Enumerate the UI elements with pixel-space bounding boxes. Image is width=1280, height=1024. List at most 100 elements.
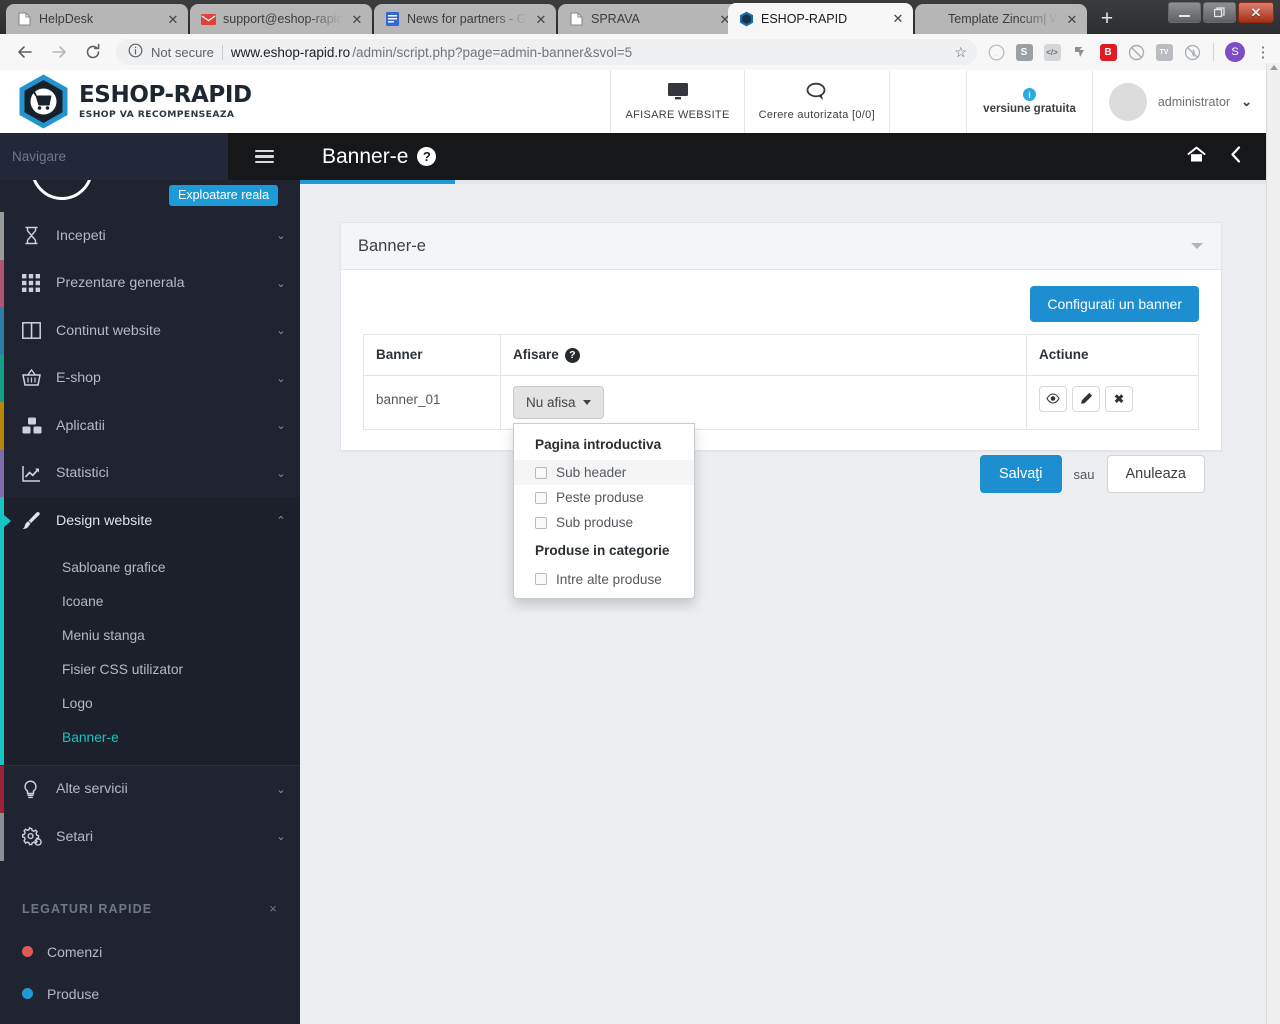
sidebar-item-label: Aplicatii xyxy=(56,417,105,434)
chevron-down-icon[interactable]: ⌄ xyxy=(1241,94,1252,110)
sidebar-item-alte-servicii[interactable]: Alte servicii ⌄ xyxy=(0,765,300,813)
sidebar-subitem-banner-e[interactable]: Banner-e xyxy=(0,721,300,755)
sidebar-item-aplicatii[interactable]: Aplicatii ⌄ xyxy=(0,402,300,450)
sidebar-item-label: Prezentare generala xyxy=(56,275,185,292)
page-scrollbar[interactable] xyxy=(1266,63,1280,1024)
noscript-icon[interactable] xyxy=(1181,41,1203,63)
sidebar-item-accent xyxy=(0,354,4,402)
browser-tab-label: ESHOP-RAPID xyxy=(761,11,848,26)
chevron-left-icon[interactable] xyxy=(1230,145,1242,168)
home-icon[interactable] xyxy=(1187,146,1206,168)
panel-title: Banner-e xyxy=(358,236,426,255)
adblock-icon[interactable] xyxy=(1125,41,1147,63)
dropdown-option-sub-header[interactable]: Sub header xyxy=(514,460,694,486)
help-icon[interactable]: ? xyxy=(417,147,437,166)
sidebar-item-continut-website[interactable]: Continut website ⌄ xyxy=(0,307,300,355)
sidebar-item-e-shop[interactable]: E-shop ⌄ xyxy=(0,354,300,402)
chevron-down-icon[interactable]: ⌄ xyxy=(262,324,300,337)
browser-tab-template-zincum[interactable]: Template Zincum| We ✕ xyxy=(915,4,1087,34)
chevron-down-icon[interactable]: ⌄ xyxy=(262,372,300,385)
quick-link-comenzi[interactable]: Comenzi xyxy=(0,931,300,973)
preview-button[interactable] xyxy=(1039,385,1067,412)
window-maximize-button[interactable] xyxy=(1203,2,1236,23)
quick-link-produse[interactable]: Produse xyxy=(0,973,300,1015)
sidebar-item-design-website[interactable]: Design website ⌃ xyxy=(0,497,300,545)
chevron-up-icon[interactable]: ⌃ xyxy=(262,514,300,527)
info-icon[interactable] xyxy=(128,43,143,61)
browser-tab-eshop-rapid[interactable]: ESHOP-RAPID ✕ xyxy=(728,3,913,34)
save-button[interactable]: Salvaţi xyxy=(980,455,1062,493)
chevron-down-icon[interactable]: ⌄ xyxy=(262,467,300,480)
browser-tab-support[interactable]: support@eshop-rapic ✕ xyxy=(190,4,372,34)
sidebar-subitem-logo[interactable]: Logo xyxy=(0,687,300,721)
sidebar-subitem-meniu-stanga[interactable]: Meniu stanga xyxy=(0,619,300,653)
sidebar-subitem-fisier-css-utilizator[interactable]: Fisier CSS utilizator xyxy=(0,653,300,687)
new-tab-button[interactable]: + xyxy=(1092,7,1122,32)
caret-down-icon[interactable] xyxy=(1191,243,1203,249)
colorpick-icon[interactable]: .. xyxy=(985,41,1007,63)
dropdown-option-peste-produse[interactable]: Peste produse xyxy=(514,485,694,510)
checkbox-icon[interactable] xyxy=(535,573,547,586)
sidebar-subitem-label: Logo xyxy=(62,696,93,711)
gears-icon xyxy=(22,827,56,847)
checkbox-icon[interactable] xyxy=(535,491,547,504)
sidebar-item-setari[interactable]: Setari ⌄ xyxy=(0,813,300,861)
cancel-button[interactable]: Anuleaza xyxy=(1106,455,1205,493)
chevron-down-icon[interactable]: ⌄ xyxy=(262,783,300,796)
forward-button[interactable] xyxy=(42,37,76,67)
cerere-autorizata-button[interactable]: Cerere autorizata [0/0] xyxy=(743,70,889,133)
afisare-website-button[interactable]: AFISARE WEBSITE xyxy=(610,70,743,133)
browser-menu-icon[interactable]: ⋮ xyxy=(1252,43,1274,61)
avatar xyxy=(1108,82,1147,121)
exploatare-reala-badge[interactable]: Exploatare reala xyxy=(169,185,279,206)
bitwarden-icon[interactable]: B xyxy=(1097,41,1119,63)
user-menu[interactable]: administrator ⌄ xyxy=(1091,70,1266,133)
bulb-icon xyxy=(22,780,56,799)
dropdown-option-intre-alte-produse[interactable]: Intre alte produse xyxy=(514,567,694,592)
brand-logo[interactable]: ESHOP-RAPID ESHOP VA RECOMPENSEAZA xyxy=(0,70,610,133)
chevron-down-icon[interactable]: ⌄ xyxy=(262,419,300,432)
sidebar-item-prezentare-generala[interactable]: Prezentare generala ⌄ xyxy=(0,259,300,307)
browser-tab-sprava[interactable]: SPRAVA ✕ xyxy=(558,4,740,34)
version-indicator[interactable]: i versiune gratuita xyxy=(966,70,1092,133)
back-button[interactable] xyxy=(8,37,42,67)
browser-tab-news[interactable]: News for partners - G ✕ xyxy=(374,4,556,34)
browser-tab-helpdesk[interactable]: HelpDesk ✕ xyxy=(6,4,188,34)
chevron-down-icon[interactable]: ⌄ xyxy=(262,229,300,242)
help-icon[interactable]: ? xyxy=(564,347,580,363)
sidebar-subitem-icoane[interactable]: Icoane xyxy=(0,585,300,619)
tab-close-icon[interactable]: ✕ xyxy=(534,13,548,26)
tab-close-icon[interactable]: ✕ xyxy=(1065,13,1079,26)
sidebar-item-statistici[interactable]: Statistici ⌄ xyxy=(0,449,300,497)
checkbox-icon[interactable] xyxy=(535,516,547,529)
script-icon[interactable]: S xyxy=(1013,41,1035,63)
window-close-button[interactable]: ✕ xyxy=(1238,2,1274,23)
chevron-down-icon[interactable]: ⌄ xyxy=(262,277,300,290)
reload-button[interactable] xyxy=(76,37,110,67)
chevron-down-icon[interactable]: ⌄ xyxy=(262,830,300,843)
pin-icon[interactable] xyxy=(1069,41,1091,63)
checkbox-icon[interactable] xyxy=(535,466,547,479)
form-actions: Salvaţi sau Anuleaza xyxy=(980,455,1205,493)
close-icon[interactable]: × xyxy=(269,901,278,916)
sidebar-toggle-button[interactable] xyxy=(228,133,300,180)
tv-icon[interactable]: TV xyxy=(1153,41,1175,63)
dropdown-option-sub-produse[interactable]: Sub produse xyxy=(514,510,694,535)
code-icon[interactable]: </> xyxy=(1041,41,1063,63)
tab-close-icon[interactable]: ✕ xyxy=(891,12,905,25)
sidebar-item-incepeti[interactable]: Incepeti ⌄ xyxy=(0,212,300,260)
afisare-dropdown-toggle[interactable]: Nu afisa xyxy=(513,385,604,419)
tab-close-icon[interactable]: ✕ xyxy=(350,13,364,26)
window-minimize-button[interactable] xyxy=(1168,2,1201,23)
tab-close-icon[interactable]: ✕ xyxy=(166,13,180,26)
panel-header[interactable]: Banner-e xyxy=(341,223,1221,270)
sidebar-subitem-label: Icoane xyxy=(62,594,104,609)
configure-banner-button[interactable]: Configurati un banner xyxy=(1030,286,1199,322)
address-bar[interactable]: Not secure www.eshop-rapid.ro /admin/scr… xyxy=(116,39,977,65)
scroll-up-arrow-icon[interactable] xyxy=(1270,65,1278,70)
edit-button[interactable] xyxy=(1072,385,1100,412)
bookmark-star-icon[interactable]: ☆ xyxy=(954,44,967,61)
delete-button[interactable]: ✖ xyxy=(1105,385,1133,412)
profile-avatar[interactable]: S xyxy=(1224,41,1246,63)
sidebar-subitem-sabloane-grafice[interactable]: Sabloane grafice xyxy=(0,551,300,585)
